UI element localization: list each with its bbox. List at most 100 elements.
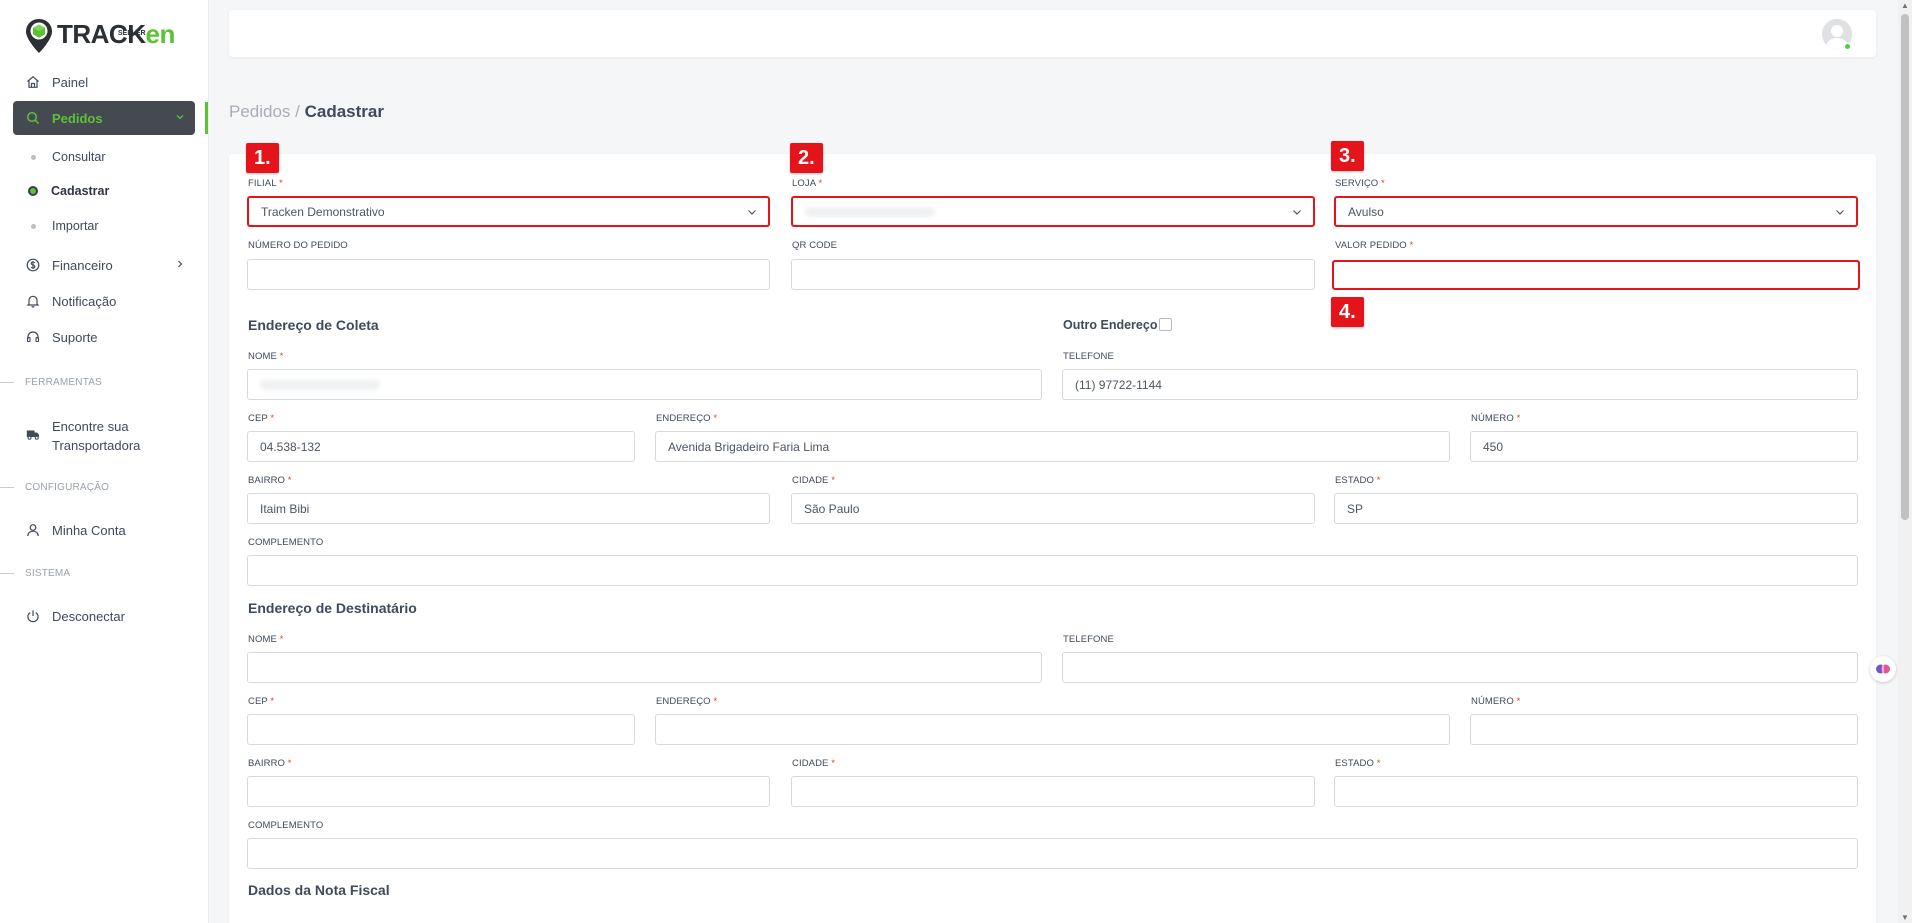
field-value: Itaim Bibi (260, 501, 310, 516)
floating-extension-button[interactable] (1870, 656, 1896, 682)
dest-numero-input[interactable] (1470, 714, 1858, 745)
coleta-cidade-input[interactable]: São Paulo (791, 493, 1315, 524)
bullet (31, 154, 36, 160)
coleta-endereco-input[interactable]: Avenida Brigadeiro Faria Lima (655, 431, 1450, 462)
breadcrumb-separator: / (290, 102, 305, 121)
nota-fiscal-section-title: Dados da Nota Fiscal (248, 882, 390, 898)
field-value: 450 (1483, 439, 1504, 454)
field-value: SP (1347, 501, 1364, 516)
brand-logo[interactable]: TRACKen (25, 16, 175, 56)
sidebar-subitem-label: Cadastrar (51, 184, 110, 198)
sidebar: TRACKen SELLER Painel Pedidos Consultar … (0, 0, 209, 923)
coleta-complemento-label: COMPLEMENTO (248, 537, 324, 548)
dest-endereco-input[interactable] (655, 714, 1450, 745)
coleta-bairro-label: BAIRRO * (248, 475, 292, 486)
qr-code-input[interactable] (791, 259, 1315, 290)
breadcrumb-parent[interactable]: Pedidos (229, 102, 290, 121)
coleta-nome-label: NOME * (248, 351, 284, 362)
field-value: São Paulo (804, 501, 860, 516)
redacted-value (260, 379, 380, 390)
sidebar-item-painel[interactable]: Painel (13, 65, 195, 99)
online-status (1844, 43, 1851, 50)
truck-icon (26, 427, 40, 441)
bullet (31, 223, 36, 229)
coleta-estado-input[interactable]: SP (1334, 493, 1858, 524)
coleta-telefone-input[interactable]: (11) 97722-1144 (1062, 369, 1858, 400)
scroll-up-arrow[interactable]: ▲ (1901, 1, 1909, 10)
sidebar-item-suporte[interactable]: Suporte (13, 320, 195, 354)
dest-bairro-input[interactable] (247, 776, 770, 807)
power-icon (26, 609, 40, 623)
dest-estado-input[interactable] (1334, 776, 1858, 807)
location-pin-icon (26, 19, 52, 53)
field-value: 04.538-132 (260, 439, 321, 454)
servico-value: Avulso (1348, 204, 1384, 219)
dest-cep-input[interactable] (247, 714, 635, 745)
dest-numero-label: NÚMERO * (1471, 696, 1521, 707)
scroll-down-arrow[interactable]: ▼ (1901, 913, 1909, 922)
sidebar-subitem-label: Consultar (52, 150, 106, 164)
active-indicator (205, 102, 208, 134)
chevron-down-icon (1834, 206, 1846, 221)
brand-subtitle: SELLER (118, 30, 146, 37)
filial-select[interactable]: Tracken Demonstrativo (247, 196, 770, 227)
brand-name: TRACKen (57, 18, 175, 49)
dest-estado-label: ESTADO * (1335, 758, 1381, 769)
coleta-section-title: Endereço de Coleta (248, 317, 379, 333)
page-scrollbar[interactable]: ▲ ▼ (1898, 0, 1912, 923)
coleta-complemento-input[interactable] (247, 555, 1858, 586)
loja-select[interactable] (791, 196, 1315, 227)
chevron-right-icon (175, 259, 185, 272)
section-label-ferramentas: FERRAMENTAS (0, 377, 102, 388)
dest-complemento-label: COMPLEMENTO (248, 820, 324, 831)
sidebar-subitem-importar[interactable]: Importar (26, 216, 99, 236)
annotation-badge-4: 4. (1331, 297, 1364, 327)
filial-label: FILIAL * (248, 178, 283, 189)
servico-select[interactable]: Avulso (1334, 196, 1858, 227)
coleta-bairro-input[interactable]: Itaim Bibi (247, 493, 770, 524)
dest-cidade-input[interactable] (791, 776, 1315, 807)
sidebar-item-label: Desconectar (52, 608, 125, 624)
dest-telefone-input[interactable] (1062, 652, 1858, 683)
valor-pedido-input[interactable] (1332, 260, 1860, 290)
coleta-telefone-label: TELEFONE (1063, 351, 1114, 362)
user-icon (26, 523, 40, 537)
sidebar-item-minha-conta[interactable]: Minha Conta (13, 513, 195, 547)
dest-nome-label: NOME * (248, 634, 284, 645)
coleta-nome-input[interactable] (247, 369, 1042, 400)
chevron-down-icon (746, 206, 758, 221)
dollar-icon (26, 258, 40, 272)
numero-pedido-input[interactable] (247, 259, 770, 290)
sidebar-item-pedidos[interactable]: Pedidos (13, 101, 195, 135)
outro-endereco-label: Outro Endereço (1063, 318, 1158, 332)
valor-pedido-label: VALOR PEDIDO * (1335, 240, 1414, 251)
sidebar-item-notificacao[interactable]: Notificação (13, 284, 195, 318)
headset-icon (26, 330, 40, 344)
brain-icon (1876, 664, 1890, 674)
sidebar-subitem-consultar[interactable]: Consultar (26, 147, 106, 167)
field-value: (11) 97722-1144 (1075, 377, 1162, 392)
sidebar-subitem-label: Importar (52, 219, 99, 233)
sidebar-subitem-cadastrar[interactable]: Cadastrar (26, 181, 109, 201)
top-bar (229, 10, 1876, 57)
coleta-numero-input[interactable]: 450 (1470, 431, 1858, 462)
sidebar-item-label: Encontre sua Transportadora (52, 419, 141, 453)
annotation-badge-2: 2. (790, 143, 823, 173)
coleta-cep-label: CEP * (248, 413, 275, 424)
annotation-badge-3: 3. (1331, 141, 1364, 171)
outro-endereco-checkbox[interactable] (1159, 318, 1172, 331)
coleta-cep-input[interactable]: 04.538-132 (247, 431, 635, 462)
dest-telefone-label: TELEFONE (1063, 634, 1114, 645)
sidebar-item-transportadora[interactable]: Encontre sua Transportadora (13, 413, 195, 457)
sidebar-item-label: Painel (52, 74, 89, 90)
sidebar-item-financeiro[interactable]: Financeiro (13, 248, 195, 282)
servico-label: SERVIÇO * (1335, 178, 1385, 189)
dest-complemento-input[interactable] (247, 838, 1858, 869)
sidebar-item-label: Pedidos (52, 110, 103, 126)
numero-pedido-label: NÚMERO DO PEDIDO (248, 240, 348, 251)
dest-endereco-label: ENDEREÇO * (656, 696, 718, 707)
scroll-thumb[interactable] (1901, 14, 1909, 520)
dest-nome-input[interactable] (247, 652, 1042, 683)
coleta-estado-label: ESTADO * (1335, 475, 1381, 486)
sidebar-item-desconectar[interactable]: Desconectar (13, 599, 195, 633)
